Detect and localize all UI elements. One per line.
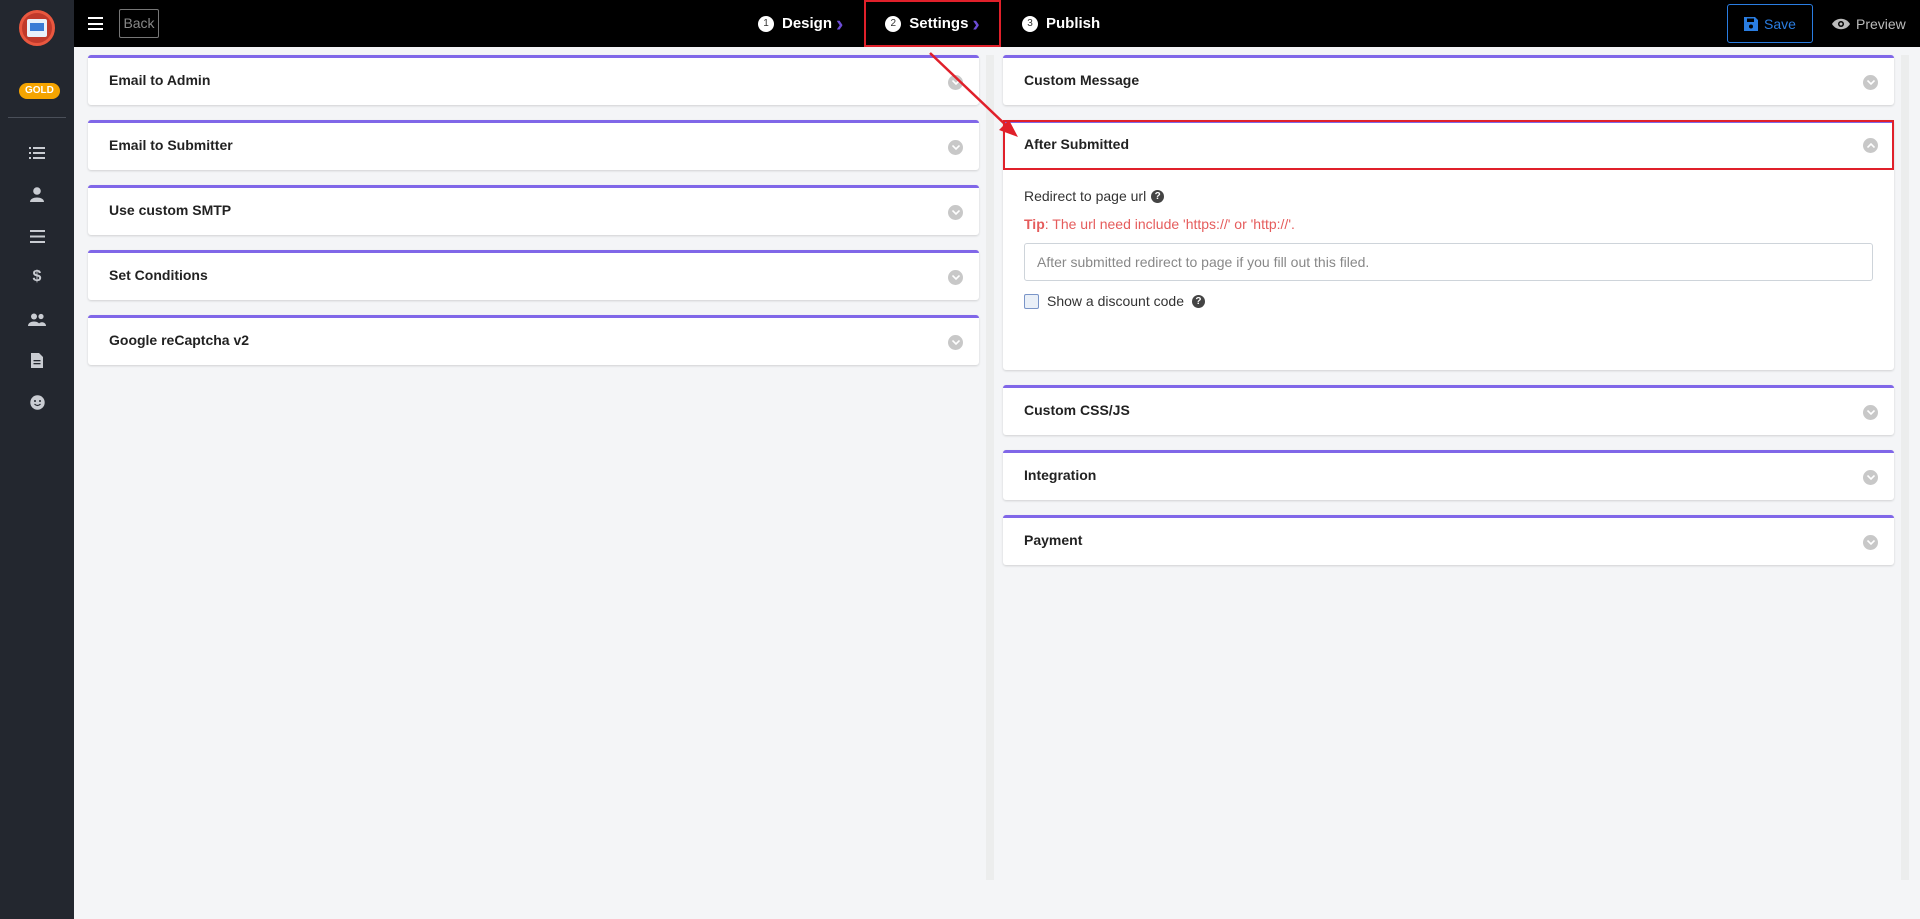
panel-custom-css-js[interactable]: Custom CSS/JS bbox=[1003, 385, 1894, 435]
users-icon[interactable] bbox=[27, 309, 47, 329]
preview-label: Preview bbox=[1856, 15, 1906, 32]
discount-code-row: Show a discount code ? bbox=[1024, 293, 1873, 309]
right-scrollbar[interactable] bbox=[1901, 55, 1909, 880]
chevron-right-icon: › bbox=[836, 10, 844, 36]
sidebar: GOLD $ bbox=[0, 0, 74, 919]
step-settings[interactable]: 2 Settings › bbox=[864, 0, 1001, 47]
menu-icon[interactable] bbox=[27, 226, 47, 246]
help-icon[interactable]: ? bbox=[1151, 189, 1165, 203]
tip-body: : The url need include 'https://' or 'ht… bbox=[1044, 216, 1295, 232]
step-publish[interactable]: 3 Publish bbox=[1022, 0, 1100, 47]
plan-badge: GOLD bbox=[19, 83, 60, 99]
step-label: Settings bbox=[909, 15, 969, 32]
discount-code-label[interactable]: Show a discount code bbox=[1047, 293, 1184, 309]
panel-title: Custom Message bbox=[1024, 72, 1140, 88]
panel-title: Integration bbox=[1024, 467, 1097, 483]
after-submitted-body: Redirect to page url ? Tip: The url need… bbox=[1003, 170, 1894, 370]
panel-title: Email to Submitter bbox=[109, 137, 233, 153]
panel-title: Set Conditions bbox=[109, 267, 208, 283]
chevron-down-icon[interactable] bbox=[948, 270, 963, 285]
chevron-down-icon[interactable] bbox=[1863, 535, 1878, 550]
save-icon bbox=[1744, 16, 1759, 31]
redirect-label: Redirect to page url ? bbox=[1024, 188, 1873, 204]
chevron-down-icon[interactable] bbox=[948, 75, 963, 90]
chevron-down-icon[interactable] bbox=[948, 335, 963, 350]
discount-code-checkbox[interactable] bbox=[1024, 293, 1039, 309]
panel-title: After Submitted bbox=[1024, 136, 1129, 152]
panel-title: Email to Admin bbox=[109, 72, 211, 88]
panel-custom-smtp[interactable]: Use custom SMTP bbox=[88, 185, 979, 235]
panel-email-to-admin[interactable]: Email to Admin bbox=[88, 55, 979, 105]
after-submitted-header[interactable]: After Submitted bbox=[1003, 120, 1894, 170]
left-scrollbar[interactable] bbox=[986, 55, 994, 880]
redirect-url-input[interactable] bbox=[1024, 243, 1873, 281]
top-bar: Back 1 Design › 2 Settings › 3 Publish S… bbox=[74, 0, 1920, 47]
panel-title: Custom CSS/JS bbox=[1024, 402, 1130, 418]
redirect-label-text: Redirect to page url bbox=[1024, 188, 1147, 204]
tip-text: Tip: The url need include 'https://' or … bbox=[1024, 216, 1873, 232]
sidebar-divider bbox=[8, 117, 66, 118]
step-number: 3 bbox=[1022, 15, 1038, 32]
dollar-icon[interactable]: $ bbox=[27, 267, 47, 287]
step-design[interactable]: 1 Design › bbox=[758, 0, 843, 47]
step-label: Publish bbox=[1046, 15, 1101, 32]
left-settings-column: Email to Admin Email to Submitter Use cu… bbox=[88, 55, 979, 380]
step-number: 2 bbox=[885, 15, 902, 32]
help-icon[interactable]: ? bbox=[1191, 294, 1205, 308]
panel-google-recaptcha[interactable]: Google reCaptcha v2 bbox=[88, 315, 979, 365]
panel-title: Google reCaptcha v2 bbox=[109, 332, 250, 348]
app-logo[interactable] bbox=[19, 10, 55, 46]
chevron-down-icon[interactable] bbox=[1863, 75, 1878, 90]
chevron-down-icon[interactable] bbox=[948, 205, 963, 220]
hamburger-icon[interactable] bbox=[88, 17, 103, 30]
chevron-up-icon[interactable] bbox=[1863, 138, 1878, 153]
panel-custom-message[interactable]: Custom Message bbox=[1003, 55, 1894, 105]
chevron-down-icon[interactable] bbox=[1863, 405, 1878, 420]
eye-icon bbox=[1832, 18, 1850, 29]
panel-integration[interactable]: Integration bbox=[1003, 450, 1894, 500]
back-button[interactable]: Back bbox=[119, 9, 159, 38]
smile-icon[interactable] bbox=[27, 392, 47, 412]
tip-prefix: Tip bbox=[1024, 216, 1045, 232]
save-button[interactable]: Save bbox=[1727, 4, 1813, 43]
panel-after-submitted: After Submitted Redirect to page url ? T… bbox=[1003, 120, 1894, 370]
list-icon[interactable] bbox=[27, 143, 47, 163]
panel-set-conditions[interactable]: Set Conditions bbox=[88, 250, 979, 300]
preview-button[interactable]: Preview bbox=[1832, 4, 1906, 43]
panel-email-to-submitter[interactable]: Email to Submitter bbox=[88, 120, 979, 170]
panel-payment[interactable]: Payment bbox=[1003, 515, 1894, 565]
chevron-right-icon: › bbox=[972, 10, 980, 36]
document-icon[interactable] bbox=[27, 350, 47, 370]
step-label: Design bbox=[782, 15, 833, 32]
right-settings-column: Custom Message After Submitted Redirect … bbox=[1003, 55, 1894, 580]
panel-title: Payment bbox=[1024, 532, 1083, 548]
user-icon[interactable] bbox=[27, 184, 47, 204]
save-label: Save bbox=[1764, 15, 1796, 32]
chevron-down-icon[interactable] bbox=[948, 140, 963, 155]
step-number: 1 bbox=[758, 15, 774, 32]
chevron-down-icon[interactable] bbox=[1863, 470, 1878, 485]
panel-title: Use custom SMTP bbox=[109, 202, 232, 218]
